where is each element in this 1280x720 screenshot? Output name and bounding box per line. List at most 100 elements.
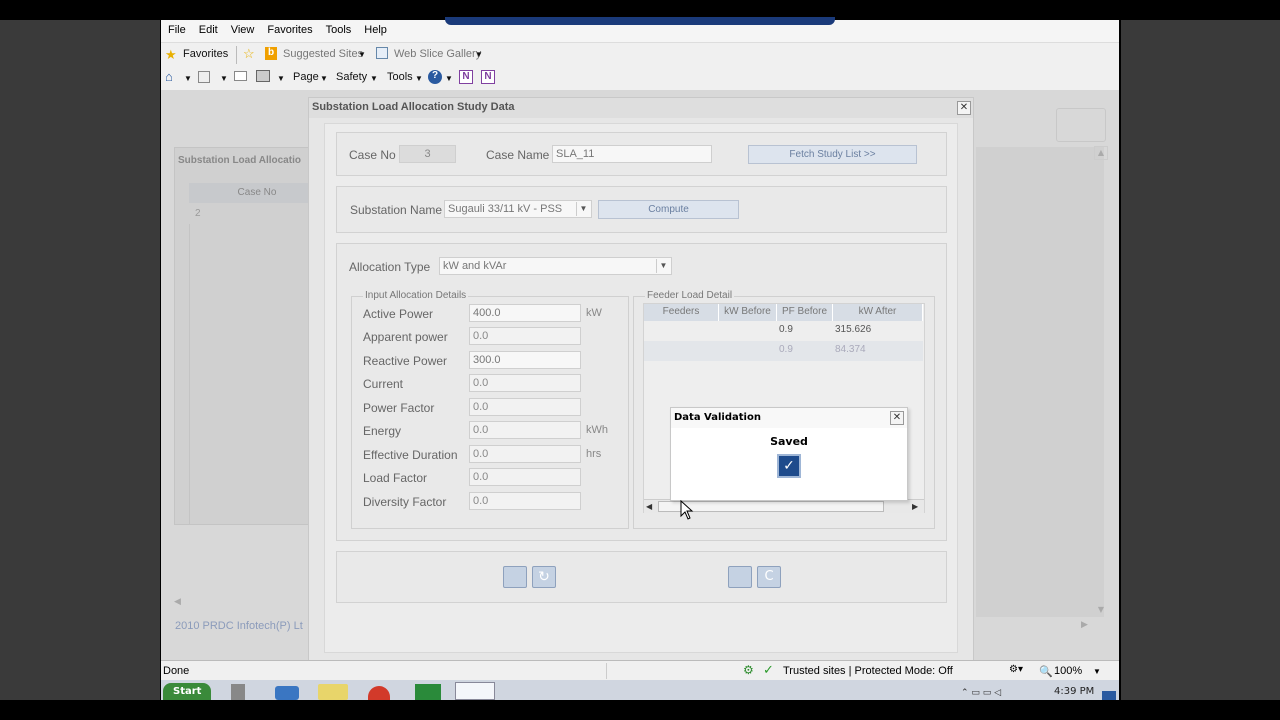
input-label: Diversity Factor: [363, 495, 447, 509]
scroll-right-icon[interactable]: ▶: [1081, 620, 1095, 634]
allocation-type-value: kW and kVAr: [443, 260, 507, 272]
start-button[interactable]: Start: [163, 683, 211, 700]
print-icon[interactable]: [256, 70, 270, 82]
pf-before-column-header[interactable]: PF Before: [777, 304, 833, 321]
taskbar-excel-icon[interactable]: [415, 684, 441, 700]
input-value-field[interactable]: 0.0: [469, 327, 581, 345]
add-favorite-icon[interactable]: ☆: [243, 46, 255, 62]
taskbar-chrome-icon[interactable]: [368, 686, 390, 700]
chevron-down-icon[interactable]: ▼: [475, 50, 483, 59]
scroll-up-icon[interactable]: ▲: [1094, 146, 1108, 160]
unit-label: kWh: [586, 424, 608, 436]
compute-button[interactable]: Compute: [598, 200, 739, 219]
case-no-column-header[interactable]: Case No: [189, 183, 325, 203]
input-value-field[interactable]: 0.0: [469, 445, 581, 463]
refresh-icon[interactable]: ↻: [532, 566, 556, 588]
taskbar: Start ⌃ ▭ ▭ ◁ 4:39 PM: [161, 680, 1119, 700]
chevron-down-icon[interactable]: ▼: [220, 74, 228, 83]
page-menu[interactable]: Page: [293, 71, 319, 83]
help-icon[interactable]: ?: [428, 70, 442, 84]
prdc-logo: [1056, 108, 1106, 142]
menu-edit[interactable]: Edit: [192, 20, 224, 36]
taskbar-folder-icon[interactable]: [318, 684, 348, 700]
chevron-down-icon[interactable]: ▼: [656, 259, 670, 273]
input-value-field[interactable]: 0.0: [469, 468, 581, 486]
input-label: Apparent power: [363, 330, 448, 344]
pf-before-cell: 0.9: [779, 324, 793, 335]
home-icon[interactable]: ⌂: [165, 69, 173, 84]
allocation-type-select[interactable]: kW and kVAr ▼: [439, 257, 672, 275]
scroll-right-icon[interactable]: ▶: [912, 502, 918, 511]
taskbar-ie-icon[interactable]: [455, 682, 495, 700]
table-row[interactable]: 0.9 315.626: [644, 321, 923, 341]
input-value-field[interactable]: 0.0: [469, 492, 581, 510]
menu-file[interactable]: File: [161, 20, 192, 36]
substation-select[interactable]: Sugauli 33/11 kV - PSS ▼: [444, 200, 592, 218]
chevron-down-icon[interactable]: ▼: [358, 50, 366, 59]
dialog-close-icon[interactable]: ✕: [957, 101, 971, 115]
kw-after-cell: 84.374: [835, 344, 866, 355]
protected-mode-icon[interactable]: ⚙▾: [1009, 664, 1023, 675]
popup-close-icon[interactable]: ✕: [890, 411, 904, 425]
copyright-footer: 2010 PRDC Infotech(P) Lt: [175, 620, 303, 632]
unit-label: kW: [586, 307, 602, 319]
input-value-field[interactable]: 0.0: [469, 398, 581, 416]
input-value-field[interactable]: 300.0: [469, 351, 581, 369]
status-text: Done: [163, 665, 190, 677]
zoom-level[interactable]: 100%: [1054, 665, 1082, 677]
scroll-left-icon[interactable]: ◀: [646, 502, 652, 511]
favorites-bar: ★ Favorites ☆ b Suggested Sites ▼ Web Sl…: [161, 42, 1119, 66]
chevron-down-icon[interactable]: ▼: [415, 74, 423, 83]
feeds-icon[interactable]: [198, 71, 210, 83]
cursor-icon: [680, 500, 694, 520]
scroll-down-icon[interactable]: ▼: [1094, 605, 1108, 619]
input-value-field[interactable]: 0.0: [469, 374, 581, 392]
chevron-down-icon[interactable]: ▼: [370, 74, 378, 83]
feeders-column-header[interactable]: Feeders: [644, 304, 719, 321]
security-zone-text[interactable]: Trusted sites | Protected Mode: Off: [783, 665, 953, 677]
page-content: Substation Load Allocatio Case No 2 ◀ 20…: [161, 90, 1119, 662]
menu-tools[interactable]: Tools: [319, 20, 358, 36]
input-label: Energy: [363, 424, 402, 438]
new-document-icon[interactable]: [503, 566, 527, 588]
substation-group: Substation Name Sugauli 33/11 kV - PSS ▼…: [336, 186, 947, 233]
show-desktop-button[interactable]: [1102, 691, 1116, 700]
mail-icon[interactable]: [234, 71, 247, 81]
favorites-button[interactable]: Favorites: [183, 48, 228, 60]
safety-menu[interactable]: Safety: [336, 71, 367, 83]
chevron-down-icon[interactable]: ▼: [1093, 667, 1101, 676]
menu-favorites[interactable]: Favorites: [260, 20, 318, 36]
clock: 4:39 PM: [1054, 686, 1095, 697]
taskbar-app-icon[interactable]: [231, 684, 245, 700]
chevron-down-icon[interactable]: ▼: [576, 202, 590, 216]
input-value-field[interactable]: 400.0: [469, 304, 581, 322]
cancel-icon[interactable]: C: [757, 566, 781, 588]
zoom-icon: 🔍: [1039, 666, 1053, 678]
kw-before-column-header[interactable]: kW Before: [719, 304, 777, 321]
input-value-field[interactable]: 0.0: [469, 421, 581, 439]
table-row[interactable]: 0.9 84.374: [644, 341, 923, 361]
allocation-type-label: Allocation Type: [349, 260, 431, 274]
chevron-down-icon[interactable]: ▼: [184, 74, 192, 83]
popup-title: Data Validation: [671, 408, 907, 428]
kw-after-column-header[interactable]: kW After: [833, 304, 923, 321]
tray-icons[interactable]: ⌃ ▭ ▭ ◁: [961, 688, 1001, 698]
tools-menu[interactable]: Tools: [387, 71, 413, 83]
onenote-icon[interactable]: N: [481, 70, 495, 84]
taskbar-app-icon[interactable]: [275, 686, 299, 700]
chevron-down-icon[interactable]: ▼: [277, 74, 285, 83]
case-name-input[interactable]: SLA_11: [552, 145, 712, 163]
input-label: Load Factor: [363, 471, 428, 485]
suggested-sites-link[interactable]: Suggested Sites: [283, 48, 363, 60]
input-label: Current: [363, 377, 404, 391]
onenote-icon[interactable]: N: [459, 70, 473, 84]
fetch-study-list-button[interactable]: Fetch Study List >>: [748, 145, 917, 164]
chevron-down-icon[interactable]: ▼: [320, 74, 328, 83]
menu-view[interactable]: View: [224, 20, 261, 36]
menu-help[interactable]: Help: [357, 20, 393, 36]
save-icon[interactable]: [728, 566, 752, 588]
chevron-down-icon[interactable]: ▼: [445, 74, 453, 83]
scroll-left-icon[interactable]: ◀: [174, 597, 186, 609]
web-slice-gallery-link[interactable]: Web Slice Gallery: [394, 48, 481, 60]
table-row[interactable]: 2: [189, 204, 325, 224]
